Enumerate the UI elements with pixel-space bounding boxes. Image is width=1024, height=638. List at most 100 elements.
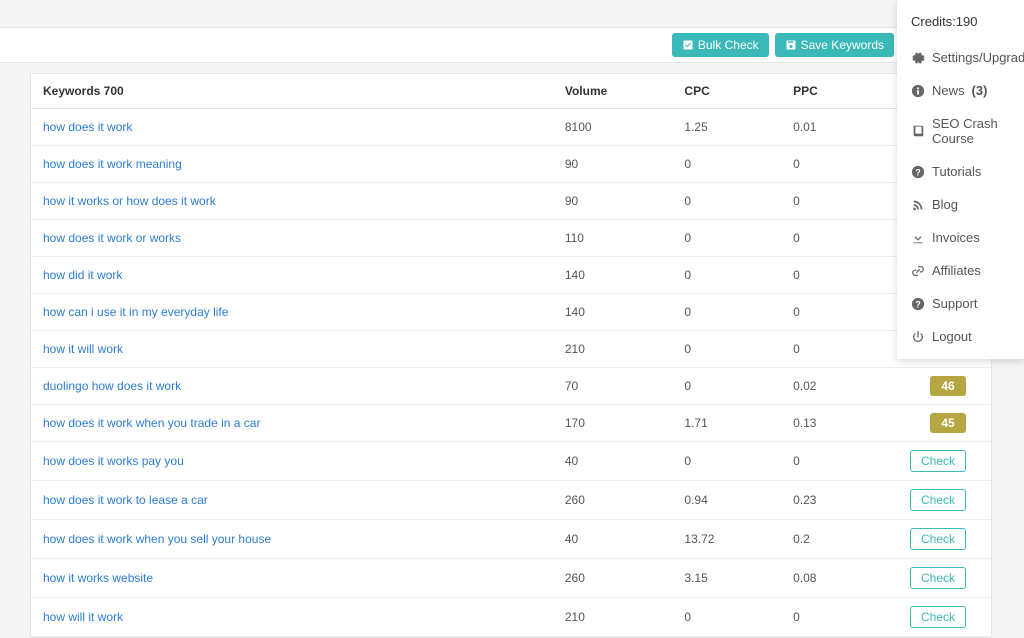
cell-cpc: 0 — [672, 442, 781, 481]
menu-item-invoices[interactable]: Invoices — [897, 221, 1024, 254]
keyword-link[interactable]: how does it work — [43, 120, 132, 134]
menu-item-affiliates[interactable]: Affiliates — [897, 254, 1024, 287]
keyword-link[interactable]: how does it work meaning — [43, 157, 182, 171]
cell-volume: 90 — [553, 146, 673, 183]
check-button[interactable]: Check — [910, 567, 966, 589]
table-row: how does it work meaning900043 — [31, 146, 991, 183]
keyword-link[interactable]: how it works website — [43, 571, 153, 585]
cell-cpc: 0 — [672, 183, 781, 220]
save-icon — [785, 39, 797, 51]
bulk-check-button[interactable]: Bulk Check — [672, 33, 769, 57]
cell-volume: 140 — [553, 257, 673, 294]
cell-cpc: 13.72 — [672, 520, 781, 559]
table-row: how can i use it in my everyday life1400… — [31, 294, 991, 331]
th-keywords[interactable]: Keywords 700 — [31, 74, 553, 109]
keywords-table-wrap: Keywords 700 Volume CPC PPC Score how do… — [30, 73, 992, 638]
keyword-link[interactable]: how does it works pay you — [43, 454, 184, 468]
cell-volume: 210 — [553, 598, 673, 637]
cell-ppc: 0 — [781, 331, 890, 368]
cell-cpc: 0.94 — [672, 481, 781, 520]
cell-volume: 140 — [553, 294, 673, 331]
table-row: how it works website 2603.150.08 Check — [31, 559, 991, 598]
cell-cpc: 0 — [672, 598, 781, 637]
score-badge: 46 — [930, 376, 966, 396]
table-row: duolingo how does it work 7000.02 46 — [31, 368, 991, 405]
cell-cpc: 1.71 — [672, 405, 781, 442]
cell-ppc: 0.2 — [781, 520, 890, 559]
menu-item-label: Settings/Upgrade — [932, 50, 1024, 65]
menu-item-news[interactable]: News (3) — [897, 74, 1024, 107]
table-row: how did it work1400035 — [31, 257, 991, 294]
save-keywords-label: Save Keywords — [801, 38, 884, 52]
credits-value: 190 — [956, 14, 978, 29]
check-button[interactable]: Check — [910, 450, 966, 472]
info-icon — [911, 84, 925, 98]
th-volume[interactable]: Volume — [553, 74, 673, 109]
keyword-link[interactable]: how it works or how does it work — [43, 194, 216, 208]
keyword-link[interactable]: how did it work — [43, 268, 122, 282]
menu-item-tutorials[interactable]: Tutorials — [897, 155, 1024, 188]
table-row: how will it work21000Check — [31, 598, 991, 637]
keyword-link[interactable]: how will it work — [43, 610, 123, 624]
cell-ppc: 0.13 — [781, 405, 890, 442]
cell-ppc: 0 — [781, 146, 890, 183]
link-icon — [911, 264, 925, 278]
cell-ppc: 0.02 — [781, 368, 890, 405]
cell-ppc: 0 — [781, 442, 890, 481]
toolbar: Bulk Check Save Keywords — [0, 27, 1024, 63]
check-button[interactable]: Check — [910, 606, 966, 628]
credits-display: Credits:190 — [897, 12, 1024, 41]
power-icon — [911, 330, 925, 344]
check-button[interactable]: Check — [910, 489, 966, 511]
keyword-link[interactable]: how does it work when you sell your hous… — [43, 532, 271, 546]
table-row: how it works or how does it work900036 — [31, 183, 991, 220]
table-row: how does it work when you trade in a car… — [31, 405, 991, 442]
cell-ppc: 0.01 — [781, 109, 890, 146]
cell-volume: 260 — [553, 559, 673, 598]
menu-item-support[interactable]: Support — [897, 287, 1024, 320]
menu-item-label: News — [932, 83, 965, 98]
cell-cpc: 0 — [672, 368, 781, 405]
keyword-link[interactable]: how does it work when you trade in a car — [43, 416, 260, 430]
menu-item-label: Blog — [932, 197, 958, 212]
keywords-table: Keywords 700 Volume CPC PPC Score how do… — [31, 74, 991, 637]
cell-ppc: 0.08 — [781, 559, 890, 598]
bulk-check-label: Bulk Check — [698, 38, 759, 52]
menu-item-logout[interactable]: Logout — [897, 320, 1024, 353]
menu-item-label: SEO Crash Course — [932, 116, 1010, 146]
table-row: how does it work when you sell your hous… — [31, 520, 991, 559]
cell-volume: 90 — [553, 183, 673, 220]
menu-item-settings-upgrade[interactable]: Settings/Upgrade — [897, 41, 1024, 74]
cell-ppc: 0 — [781, 598, 890, 637]
cell-cpc: 3.15 — [672, 559, 781, 598]
gear-icon — [911, 51, 925, 65]
rss-icon — [911, 198, 925, 212]
score-badge: 45 — [930, 413, 966, 433]
table-row: how does it work81001.250.0137 — [31, 109, 991, 146]
keyword-link[interactable]: how does it work or works — [43, 231, 181, 245]
save-keywords-button[interactable]: Save Keywords — [775, 33, 894, 57]
cell-volume: 210 — [553, 331, 673, 368]
keyword-link[interactable]: how does it work to lease a car — [43, 493, 208, 507]
check-icon — [682, 39, 694, 51]
keyword-link[interactable]: how it will work — [43, 342, 123, 356]
cell-volume: 70 — [553, 368, 673, 405]
menu-item-seo-crash-course[interactable]: SEO Crash Course — [897, 107, 1024, 155]
menu-item-label: Tutorials — [932, 164, 981, 179]
keyword-link[interactable]: duolingo how does it work — [43, 379, 181, 393]
th-cpc[interactable]: CPC — [672, 74, 781, 109]
th-ppc[interactable]: PPC — [781, 74, 890, 109]
menu-item-badge: (3) — [972, 83, 988, 98]
cell-volume: 110 — [553, 220, 673, 257]
book-icon — [911, 124, 925, 138]
cell-cpc: 0 — [672, 331, 781, 368]
check-button[interactable]: Check — [910, 528, 966, 550]
keyword-link[interactable]: how can i use it in my everyday life — [43, 305, 228, 319]
menu-item-blog[interactable]: Blog — [897, 188, 1024, 221]
menu-item-label: Support — [932, 296, 978, 311]
cell-volume: 8100 — [553, 109, 673, 146]
menu-item-label: Logout — [932, 329, 972, 344]
cell-volume: 260 — [553, 481, 673, 520]
menu-item-label: Invoices — [932, 230, 980, 245]
user-dropdown-menu: Credits:190 Settings/Upgrade News (3) SEO … — [897, 0, 1024, 359]
